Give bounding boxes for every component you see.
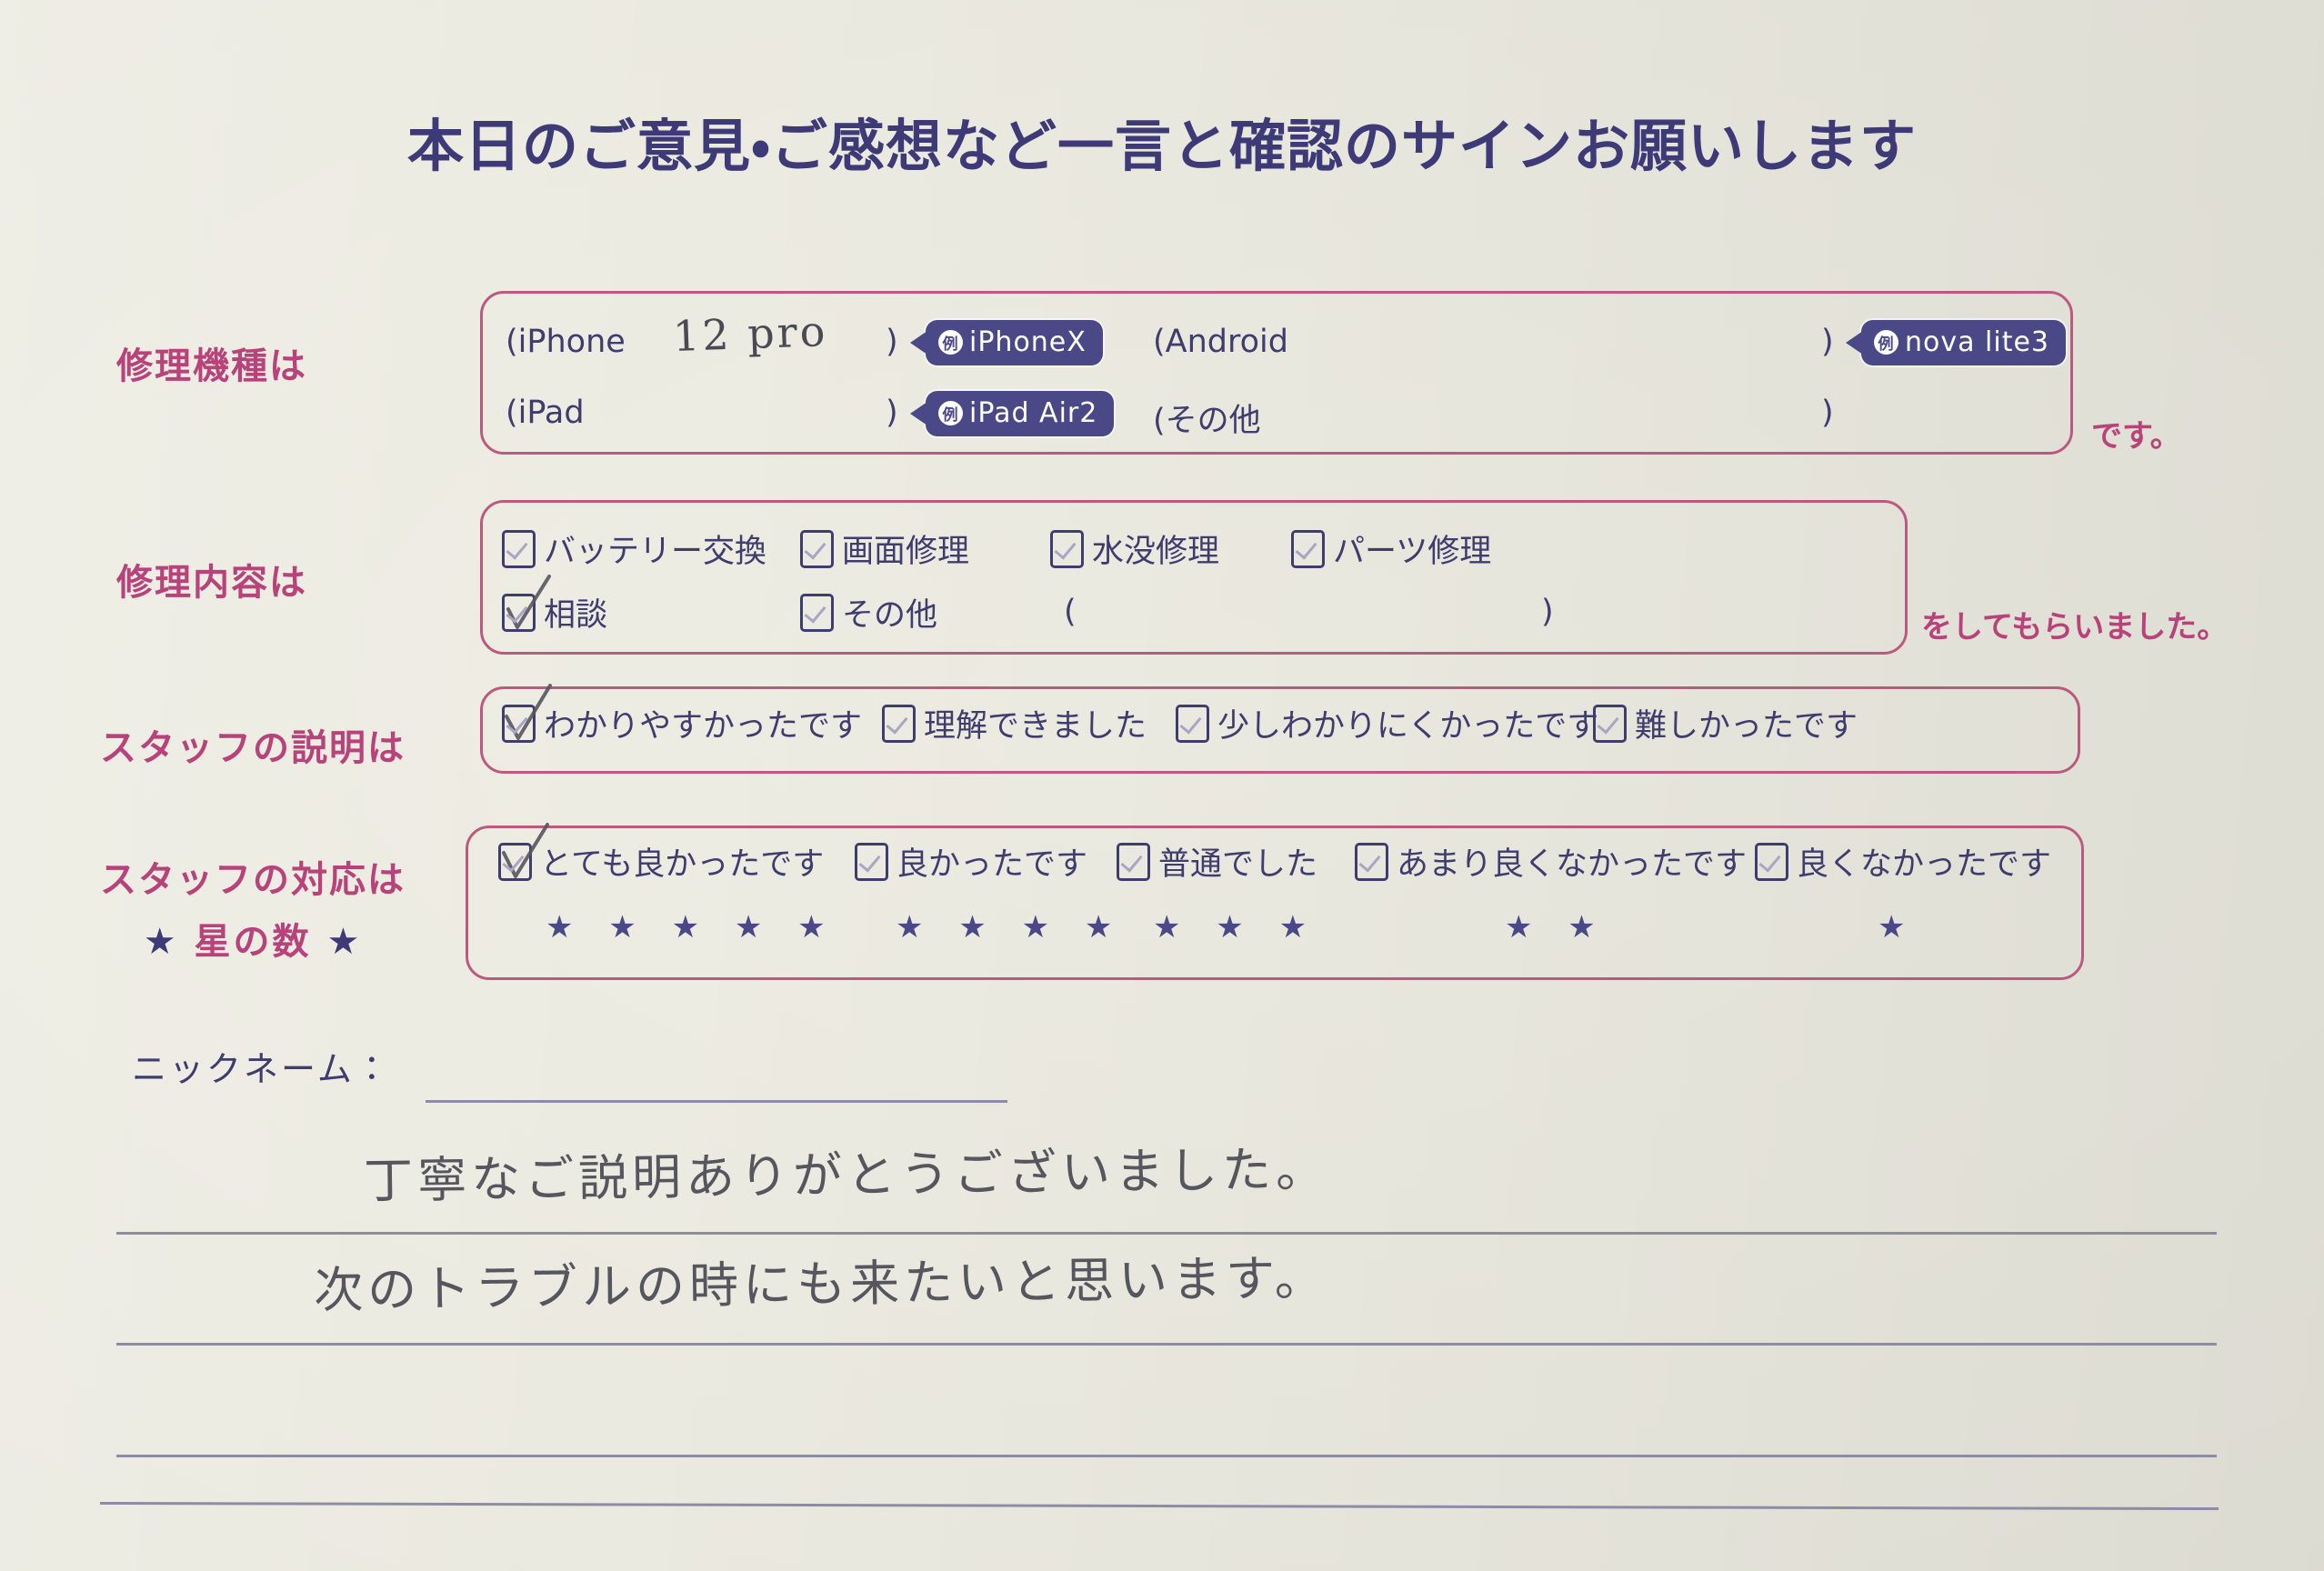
- checkbox-icon[interactable]: [1291, 529, 1325, 568]
- device-android-close: ): [1821, 324, 1834, 360]
- checkbox-icon[interactable]: [1176, 704, 1209, 743]
- repair-option-other-label: その他: [842, 597, 938, 634]
- response-option-normal[interactable]: 普通でした: [1117, 838, 1317, 885]
- explanation-option-understood[interactable]: 理解できました: [882, 700, 1147, 746]
- response-option-bad[interactable]: 良くなかったです: [1755, 838, 2051, 885]
- checkbox-icon[interactable]: [855, 842, 888, 881]
- explanation-option-difficult[interactable]: 難しかったです: [1593, 700, 1858, 746]
- repair-option-battery-label: バッテリー交換: [544, 534, 767, 570]
- explanation-option-slightly-hard-label: 少しわかりにくかったです: [1217, 708, 1599, 745]
- response-stars-2: ★ ★: [1505, 909, 1608, 946]
- repair-option-parts[interactable]: パーツ修理: [1291, 525, 1491, 572]
- device-iphone-example-text: iPhoneX: [969, 326, 1087, 358]
- device-other-open: (その他: [1153, 403, 1261, 439]
- page-title: 本日のご意見・ご感想など一言と確認のサインお願いします: [406, 113, 1918, 179]
- device-iphone-open: (iPhone: [506, 324, 626, 360]
- checkbox-icon[interactable]: [502, 529, 536, 568]
- device-ipad-example-text: iPad Air2: [969, 397, 1098, 429]
- checkbox-icon[interactable]: [502, 683, 552, 743]
- repair-other-open-paren: (: [1064, 594, 1077, 630]
- feedback-form-sheet: 本日のご意見・ご感想など一言と確認のサインお願いします 修理機種は (iPhon…: [0, 0, 2324, 1571]
- device-android-example-text: nova lite3: [1905, 326, 2050, 358]
- response-row-label: スタッフの対応は ★ 星の数 ★: [100, 850, 406, 965]
- nickname-rule-line: [426, 1100, 1007, 1103]
- response-option-bad-label: 良くなかったです: [1797, 846, 2052, 883]
- explanation-option-difficult-label: 難しかったです: [1635, 708, 1858, 745]
- device-android-example-badge: 例 nova lite3: [1861, 320, 2067, 365]
- checkbox-icon[interactable]: [800, 593, 834, 632]
- star-icon-right: ★: [326, 921, 363, 963]
- repair-option-consult[interactable]: 相談: [502, 574, 608, 635]
- response-option-good[interactable]: 良かったです: [855, 838, 1087, 885]
- checkbox-icon[interactable]: [882, 704, 916, 743]
- repair-row-tail: をしてもらいました。: [1921, 609, 2229, 645]
- response-row-sublabel: ★ 星の数 ★: [100, 912, 406, 965]
- device-other-close: ): [1821, 395, 1834, 431]
- device-android-open: (Android: [1153, 324, 1288, 360]
- checkbox-icon[interactable]: [1593, 704, 1627, 743]
- device-ipad-example-badge: 例 iPad Air2: [926, 391, 1115, 436]
- device-row-tail: です。: [2091, 418, 2181, 455]
- checkbox-icon[interactable]: [1355, 842, 1388, 881]
- response-stars-1: ★: [1878, 909, 1918, 946]
- repair-option-battery[interactable]: バッテリー交換: [502, 525, 766, 572]
- repair-option-other[interactable]: その他: [800, 589, 937, 635]
- response-stars-3: ★ ★ ★: [1153, 909, 1320, 946]
- repair-row-box: [480, 500, 1908, 655]
- comment-rule-line-4: [100, 1501, 2219, 1511]
- comment-rule-line-3: [116, 1455, 2217, 1457]
- example-marker-icon: 例: [1874, 330, 1898, 355]
- device-ipad-open: (iPad: [506, 395, 585, 431]
- comment-line-1[interactable]: 丁寧なご説明ありがとうございました。: [364, 1129, 1330, 1213]
- explanation-option-understood-label: 理解できました: [924, 708, 1147, 745]
- checkbox-icon[interactable]: [1050, 529, 1084, 568]
- repair-option-screen-label: 画面修理: [842, 534, 970, 570]
- repair-option-water-label: 水没修理: [1092, 534, 1220, 570]
- checkbox-icon[interactable]: [1117, 842, 1150, 881]
- comment-line-2[interactable]: 次のトラブルの時にも来たいと思います。: [314, 1237, 1328, 1322]
- checkbox-icon[interactable]: [800, 529, 834, 568]
- repair-option-water[interactable]: 水没修理: [1050, 525, 1219, 572]
- checkbox-icon[interactable]: [1755, 842, 1788, 881]
- response-option-not-very-good-label: あまり良くなかったです: [1397, 846, 1748, 883]
- checkbox-icon[interactable]: [502, 574, 551, 632]
- repair-option-screen[interactable]: 画面修理: [800, 525, 969, 572]
- star-icon-left: ★: [143, 921, 179, 963]
- response-row-label-main: スタッフの対応は: [100, 859, 406, 901]
- explanation-option-easy-label: わかりやすかったです: [544, 708, 863, 745]
- comment-rule-line-1: [116, 1232, 2217, 1235]
- response-option-not-very-good[interactable]: あまり良くなかったです: [1355, 838, 1747, 885]
- explanation-row-label: スタッフの説明は: [100, 727, 406, 769]
- device-iphone-close: ): [886, 324, 898, 360]
- response-option-good-label: 良かったです: [897, 846, 1088, 883]
- example-marker-icon: 例: [938, 401, 963, 425]
- explanation-option-slightly-hard[interactable]: 少しわかりにくかったです: [1176, 700, 1598, 746]
- device-row-label: 修理機種は: [116, 345, 307, 387]
- comment-rule-line-2: [116, 1343, 2217, 1346]
- device-ipad-close: ): [886, 395, 898, 431]
- device-iphone-value[interactable]: 12 pro: [672, 306, 828, 361]
- repair-option-consult-label: 相談: [544, 597, 608, 634]
- response-stars-4: ★ ★ ★ ★: [896, 909, 1126, 946]
- response-option-very-good-label: とても良かったです: [540, 846, 825, 883]
- nickname-label: ニックネーム：: [132, 1049, 392, 1089]
- response-option-very-good[interactable]: とても良かったです: [498, 822, 825, 885]
- repair-row-label: 修理内容は: [116, 562, 307, 604]
- repair-option-parts-label: パーツ修理: [1333, 534, 1492, 570]
- example-marker-icon: 例: [938, 330, 963, 355]
- device-iphone-example-badge: 例 iPhoneX: [926, 320, 1103, 365]
- response-option-normal-label: 普通でした: [1158, 846, 1318, 883]
- checkbox-icon[interactable]: [498, 822, 549, 881]
- repair-other-close-paren: ): [1541, 594, 1554, 630]
- explanation-option-easy[interactable]: わかりやすかったです: [502, 683, 863, 746]
- response-stars-5: ★ ★ ★ ★ ★: [546, 909, 838, 946]
- response-row-sublabel-text: 星の数: [194, 921, 312, 963]
